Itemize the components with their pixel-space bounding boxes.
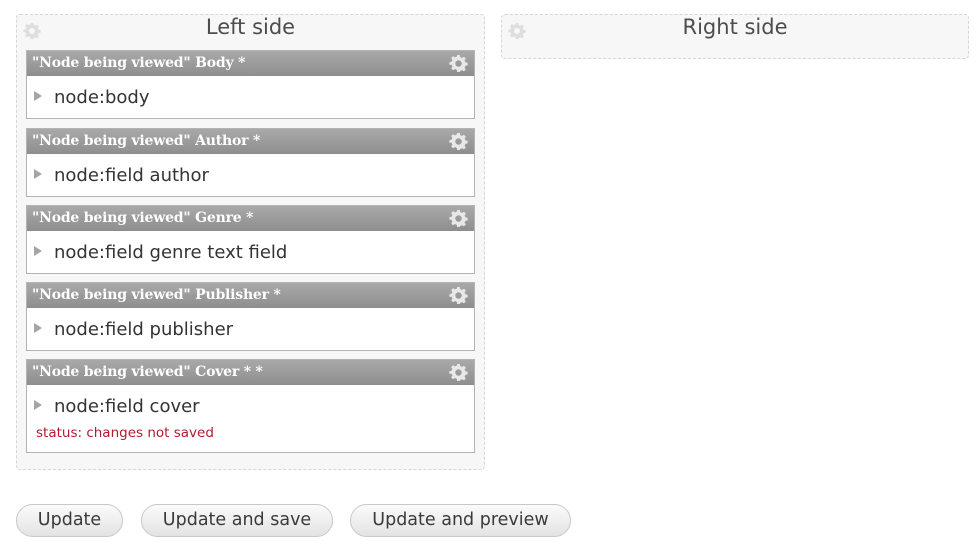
triangle-right-icon[interactable]	[34, 400, 42, 410]
pane-content: node:field publisher	[54, 319, 234, 340]
pane-header[interactable]: "Node being viewed" Body *	[27, 51, 474, 76]
pane-content: node:field genre text field	[54, 242, 288, 263]
pane-header[interactable]: "Node being viewed" Genre *	[27, 206, 474, 231]
triangle-right-icon[interactable]	[34, 91, 42, 101]
update-button[interactable]: Update	[16, 504, 123, 537]
status-message: status: changes not saved	[36, 425, 214, 441]
pane-header[interactable]: "Node being viewed" Cover * *	[27, 360, 474, 385]
region-title: Right side	[682, 15, 788, 39]
update-and-preview-button[interactable]: Update and preview	[350, 504, 571, 537]
gear-icon[interactable]	[449, 363, 468, 382]
pane-title: "Node being viewed" Cover * *	[32, 364, 263, 380]
region-right: Right side	[501, 14, 969, 59]
pane-content: node:field cover	[54, 396, 200, 417]
triangle-right-icon[interactable]	[34, 323, 42, 333]
pane-header[interactable]: "Node being viewed" Publisher *	[27, 283, 474, 308]
pane-genre: "Node being viewed" Genre * node:field g…	[26, 205, 475, 274]
pane-content: node:field author	[54, 165, 209, 186]
pane-title: "Node being viewed" Genre *	[32, 210, 254, 226]
gear-icon[interactable]	[449, 54, 468, 73]
pane-author: "Node being viewed" Author * node:field …	[26, 128, 475, 197]
triangle-right-icon[interactable]	[34, 169, 42, 179]
pane-content: node:body	[54, 87, 150, 108]
gear-icon[interactable]	[449, 132, 468, 151]
pane-header[interactable]: "Node being viewed" Author *	[27, 129, 474, 154]
gear-icon[interactable]	[449, 286, 468, 305]
update-and-save-button[interactable]: Update and save	[141, 504, 333, 537]
triangle-right-icon[interactable]	[34, 246, 42, 256]
pane-title: "Node being viewed" Publisher *	[32, 287, 281, 303]
gear-icon[interactable]	[449, 209, 468, 228]
pane-title: "Node being viewed" Body *	[32, 55, 246, 71]
pane-cover: "Node being viewed" Cover * * node:field…	[26, 359, 475, 453]
pane-title: "Node being viewed" Author *	[32, 133, 261, 149]
pane-publisher: "Node being viewed" Publisher * node:fie…	[26, 282, 475, 351]
region-title: Left side	[205, 15, 296, 39]
region-left: Left side "Node being viewed" Body * nod…	[16, 14, 485, 470]
pane-body: "Node being viewed" Body * node:body	[26, 50, 475, 119]
